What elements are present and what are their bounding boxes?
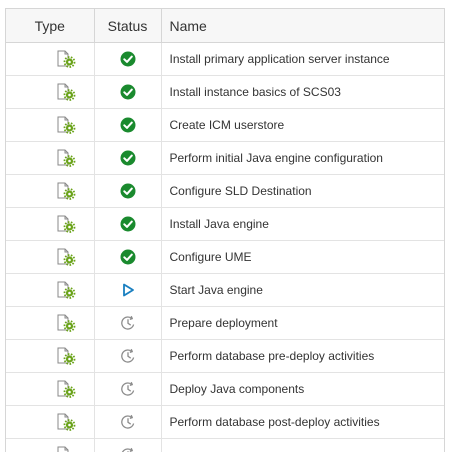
table-row[interactable]: Install primary application server insta…	[6, 42, 444, 76]
task-name: Start Java engine	[161, 273, 444, 307]
table-row[interactable]: Deploy Java components	[6, 372, 444, 406]
table-header-row: Type Status Name	[6, 9, 444, 43]
type-cell	[6, 273, 95, 307]
type-cell	[6, 108, 95, 142]
table-row[interactable]: Prepare deployment	[6, 306, 444, 340]
task-name: Prepare deployment	[161, 306, 444, 340]
status-cell	[94, 174, 162, 208]
config-task-icon	[56, 314, 76, 332]
check-circle-icon	[120, 216, 136, 232]
table-row[interactable]: Perform database pre-deploy activities	[6, 339, 444, 373]
status-cell	[94, 405, 162, 439]
status-cell	[94, 141, 162, 175]
status-cell	[94, 339, 162, 373]
task-name: Configure SLD Destination	[161, 174, 444, 208]
table-row[interactable]: Configure SLD Destination	[6, 174, 444, 208]
type-cell	[6, 405, 95, 439]
column-header-name[interactable]: Name	[161, 9, 444, 43]
task-name: Configure UME	[161, 240, 444, 274]
config-task-icon	[56, 50, 76, 68]
clock-icon	[120, 315, 136, 330]
task-name: Install instance basics of SCS03	[161, 75, 444, 109]
type-cell	[6, 207, 95, 241]
table-row[interactable]: Create ICM userstore	[6, 108, 444, 142]
table-row[interactable]: Perform database post-deploy activities	[6, 405, 444, 439]
task-name: Install Java engine	[161, 207, 444, 241]
config-task-icon	[56, 149, 76, 167]
check-circle-icon	[120, 150, 136, 166]
type-cell	[6, 306, 95, 340]
config-task-icon	[56, 446, 76, 452]
config-task-icon	[56, 413, 76, 431]
check-circle-icon	[120, 183, 136, 199]
config-task-icon	[56, 215, 76, 233]
play-icon	[120, 282, 136, 297]
config-task-icon	[56, 248, 76, 266]
config-task-icon	[56, 182, 76, 200]
table-row[interactable]: Perform initial Java engine configuratio…	[6, 141, 444, 175]
column-header-status[interactable]: Status	[94, 9, 162, 43]
task-name: Perform database pre-deploy activities	[161, 339, 444, 373]
type-cell	[6, 372, 95, 406]
check-circle-icon	[120, 249, 136, 265]
task-name: Install primary application server insta…	[161, 42, 444, 76]
check-circle-icon	[120, 117, 136, 133]
table-row[interactable]: Install Java engine	[6, 207, 444, 241]
type-cell	[6, 240, 95, 274]
status-cell	[94, 207, 162, 241]
task-name: Deploy Java components	[161, 372, 444, 406]
clock-icon	[120, 381, 136, 396]
clock-icon	[120, 447, 136, 452]
clock-icon	[120, 414, 136, 429]
status-cell	[94, 42, 162, 76]
status-cell	[94, 240, 162, 274]
config-task-icon	[56, 281, 76, 299]
task-name	[161, 438, 444, 452]
check-circle-icon	[120, 51, 136, 67]
table-row[interactable]: Configure UME	[6, 240, 444, 274]
status-cell	[94, 273, 162, 307]
status-cell	[94, 372, 162, 406]
type-cell	[6, 339, 95, 373]
config-task-icon	[56, 347, 76, 365]
task-name: Perform database post-deploy activities	[161, 405, 444, 439]
table-row[interactable]: Start Java engine	[6, 273, 444, 307]
config-task-icon	[56, 83, 76, 101]
config-task-icon	[56, 116, 76, 134]
status-cell	[94, 75, 162, 109]
table-row[interactable]	[6, 438, 444, 452]
table-row[interactable]: Install instance basics of SCS03	[6, 75, 444, 109]
type-cell	[6, 75, 95, 109]
config-task-icon	[56, 380, 76, 398]
task-name: Create ICM userstore	[161, 108, 444, 142]
type-cell	[6, 438, 95, 452]
status-cell	[94, 438, 162, 452]
type-cell	[6, 141, 95, 175]
clock-icon	[120, 348, 136, 363]
task-table-panel: Type Status Name Install primary applica…	[5, 8, 445, 452]
type-cell	[6, 174, 95, 208]
task-table: Type Status Name Install primary applica…	[6, 9, 444, 452]
check-circle-icon	[120, 84, 136, 100]
type-cell	[6, 42, 95, 76]
status-cell	[94, 108, 162, 142]
column-header-type[interactable]: Type	[6, 9, 95, 43]
status-cell	[94, 306, 162, 340]
task-name: Perform initial Java engine configuratio…	[161, 141, 444, 175]
